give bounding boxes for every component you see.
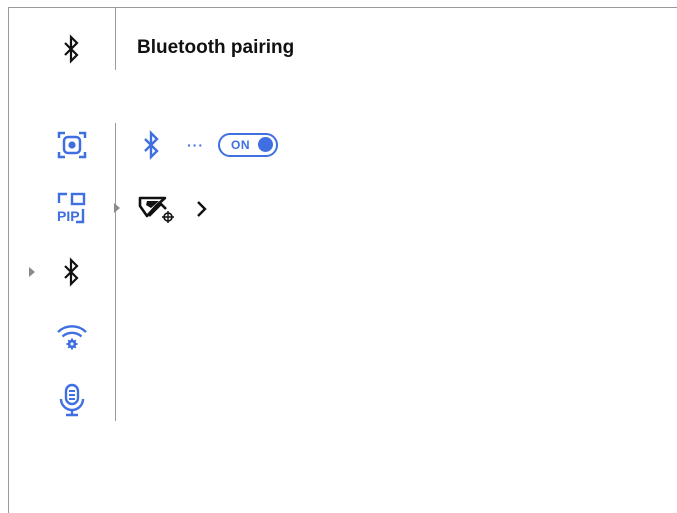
bluetooth-icon bbox=[135, 128, 169, 162]
toggle-label: ON bbox=[231, 138, 250, 152]
bluetooth-toggle[interactable]: ON bbox=[218, 133, 278, 157]
toggle-knob bbox=[258, 137, 273, 152]
connection-indicator: ··· bbox=[187, 137, 204, 153]
bluetooth-icon bbox=[55, 255, 89, 289]
sidebar-item-camera[interactable] bbox=[50, 123, 94, 167]
microphone-icon bbox=[55, 382, 89, 418]
pip-icon: PIP bbox=[52, 190, 92, 226]
active-item-pointer bbox=[29, 267, 35, 277]
chevron-right-icon[interactable] bbox=[191, 198, 213, 220]
sidebar-item-microphone[interactable] bbox=[50, 378, 94, 422]
page-title: Bluetooth pairing bbox=[137, 37, 295, 58]
scope-device-icon bbox=[135, 189, 177, 229]
sidebar-item-pip[interactable]: PIP bbox=[50, 186, 94, 230]
sidebar-item-wifi[interactable] bbox=[50, 314, 94, 358]
active-row-pointer bbox=[114, 203, 120, 213]
wifi-settings-icon bbox=[55, 319, 89, 353]
bluetooth-icon bbox=[55, 32, 89, 66]
sidebar-divider bbox=[115, 123, 116, 421]
header-divider bbox=[115, 8, 116, 70]
app-window bbox=[8, 7, 677, 513]
sidebar-item-bluetooth[interactable] bbox=[50, 250, 94, 294]
camera-capture-icon bbox=[55, 128, 89, 162]
paired-device-row[interactable] bbox=[135, 189, 213, 229]
bluetooth-toggle-row: ··· ON bbox=[135, 125, 278, 165]
